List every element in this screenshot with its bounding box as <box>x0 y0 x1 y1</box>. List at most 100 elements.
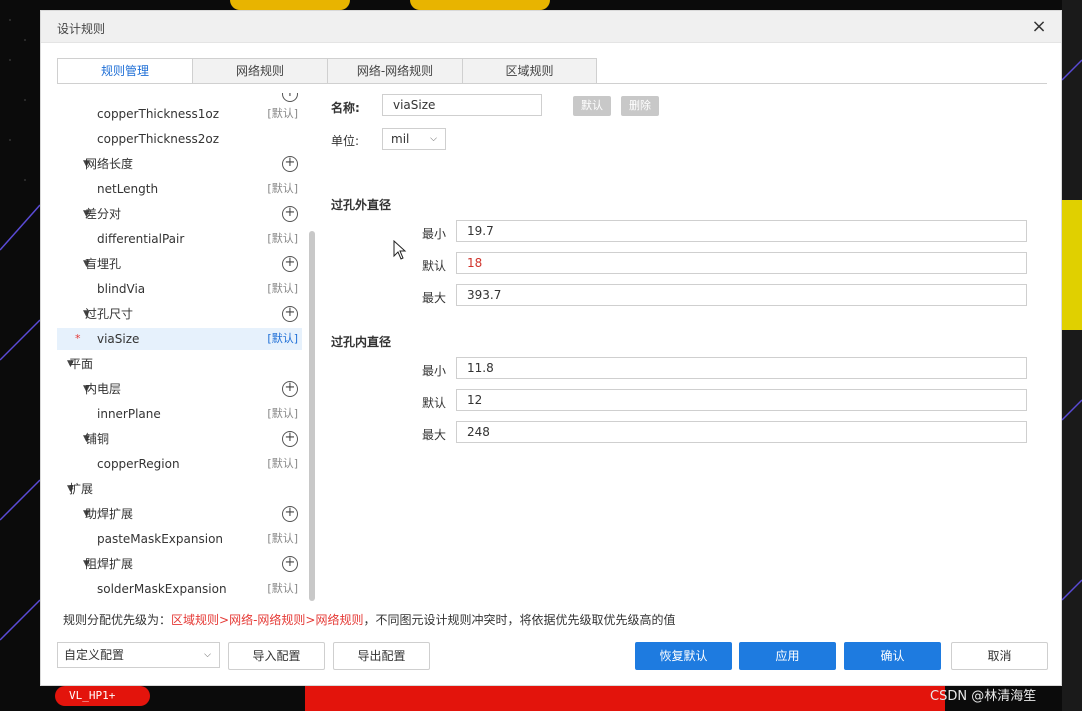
priority-note-prefix: 规则分配优先级为： <box>63 613 172 627</box>
tree-item-rule[interactable]: netLength [默认] <box>57 178 302 200</box>
delete-button[interactable]: 删除 <box>621 96 659 116</box>
tree-item-label: 网络长度 <box>85 157 134 171</box>
tree-item-group[interactable]: ▼ 铺铜 + <box>57 428 302 450</box>
modified-marker: * <box>75 332 81 345</box>
tab-net-net-rules[interactable]: 网络-网络规则 <box>327 58 462 84</box>
apply-button[interactable]: 应用 <box>739 642 836 670</box>
tree-item-rule[interactable]: copperRegion [默认] <box>57 453 302 475</box>
unit-select[interactable]: mil ⌵ <box>382 128 446 150</box>
tab-rule-management[interactable]: 规则管理 <box>57 58 192 84</box>
export-config-button[interactable]: 导出配置 <box>333 642 430 670</box>
tree-item-group[interactable]: ▼ 盲埋孔 + <box>57 253 302 275</box>
name-input[interactable]: viaSize <box>382 94 542 116</box>
close-icon[interactable]: × <box>1027 15 1051 39</box>
inner-min-label: 最小 <box>422 364 447 378</box>
default-badge: [默认] <box>267 107 298 120</box>
default-badge: [默认] <box>267 182 298 195</box>
tree-item-rule[interactable]: differentialPair [默认] <box>57 228 302 250</box>
pcb-net-label: VL_HP1+ <box>55 686 150 706</box>
tree-item-group[interactable]: ▼ 内电层 + <box>57 378 302 400</box>
tree-item-label: pasteMaskExpansion <box>97 532 224 546</box>
dialog-titlebar: 设计规则 × <box>41 11 1061 43</box>
priority-note: 规则分配优先级为：区域规则>网络-网络规则>网络规则，不同图元设计规则冲突时，将… <box>63 611 675 628</box>
tree-item-group[interactable]: ▼ 差分对 + <box>57 203 302 225</box>
inner-default-input[interactable]: 12 <box>456 389 1027 411</box>
unit-label: 单位: <box>331 134 360 148</box>
default-badge: [默认] <box>267 232 298 245</box>
mouse-pointer-icon <box>393 240 407 260</box>
tree-item-label: 过孔尺寸 <box>85 307 134 321</box>
tree-item-label: 助焊扩展 <box>85 507 134 521</box>
tree-item-label: solderMaskExpansion <box>97 582 227 596</box>
add-rule-icon[interactable]: + <box>282 556 298 572</box>
tree-item-label: innerPlane <box>97 407 161 421</box>
inner-max-label: 最大 <box>422 428 447 442</box>
tree-item-label: netLength <box>97 182 159 196</box>
tree-item-group[interactable]: ▼ 阻焊扩展 + <box>57 553 302 575</box>
outer-min-label: 最小 <box>422 227 447 241</box>
tree-item-rule[interactable]: blindVia [默认] <box>57 278 302 300</box>
restore-default-button[interactable]: 恢复默认 <box>635 642 732 670</box>
outer-min-input[interactable]: 19.7 <box>456 220 1027 242</box>
inner-min-input[interactable]: 11.8 <box>456 357 1027 379</box>
tree-item-label: 盲埋孔 <box>85 257 122 271</box>
add-rule-icon[interactable]: + <box>282 306 298 322</box>
inner-diameter-title: 过孔内直径 <box>331 335 392 349</box>
outer-default-input[interactable]: 18 <box>456 252 1027 274</box>
name-label: 名称: <box>331 101 360 115</box>
dialog-title: 设计规则 <box>57 22 106 36</box>
tree-item-label: copperThickness2oz <box>97 132 220 146</box>
tree-item-rule[interactable]: * viaSize [默认] <box>57 328 302 350</box>
outer-max-input[interactable]: 393.7 <box>456 284 1027 306</box>
tree-item-rule[interactable]: innerPlane [默认] <box>57 403 302 425</box>
rule-tree: + copperThickness1oz [默认] copperThickness2… <box>57 93 317 601</box>
add-rule-icon[interactable]: + <box>282 93 298 102</box>
tab-divider <box>57 83 1047 84</box>
chevron-down-icon: ⌵ <box>430 134 437 144</box>
add-rule-icon[interactable]: + <box>282 156 298 172</box>
tree-item-label: 平面 <box>69 357 94 371</box>
tree-item-label: copperThickness1oz <box>97 107 220 121</box>
outer-diameter-title: 过孔外直径 <box>331 198 392 212</box>
default-badge: [默认] <box>267 282 298 295</box>
tree-item-rule[interactable]: copperThickness2oz <box>57 128 302 150</box>
tab-net-rules[interactable]: 网络规则 <box>192 58 327 84</box>
tree-item-label: 内电层 <box>85 382 122 396</box>
tree-item-rule[interactable]: pasteMaskExpansion [默认] <box>57 528 302 550</box>
unit-select-value: mil <box>391 132 410 146</box>
tree-item-rule[interactable]: copperThickness1oz [默认] <box>57 103 302 125</box>
default-badge: [默认] <box>267 532 298 545</box>
tree-item-label: 阻焊扩展 <box>85 557 134 571</box>
tree-item-label: blindVia <box>97 282 146 296</box>
tree-item-group[interactable]: ▼ 网络长度 + <box>57 153 302 175</box>
config-select-value: 自定义配置 <box>64 648 125 662</box>
tree-item-label: 扩展 <box>69 482 94 496</box>
tree-item-group[interactable]: ▼ 扩展 <box>57 478 302 500</box>
outer-max-label: 最大 <box>422 291 447 305</box>
confirm-button[interactable]: 确认 <box>844 642 941 670</box>
add-rule-icon[interactable]: + <box>282 256 298 272</box>
config-select[interactable]: 自定义配置 ⌵ <box>57 642 220 668</box>
default-badge: [默认] <box>267 457 298 470</box>
tree-item-rule[interactable]: solderMaskExpansion [默认] <box>57 578 302 600</box>
import-config-button[interactable]: 导入配置 <box>228 642 325 670</box>
inner-max-input[interactable]: 248 <box>456 421 1027 443</box>
tree-item-group[interactable]: ▼ 助焊扩展 + <box>57 503 302 525</box>
tree-item-label: viaSize <box>97 332 140 346</box>
outer-default-label: 默认 <box>422 259 447 273</box>
tree-item-label: 铺铜 <box>85 432 110 446</box>
default-button[interactable]: 默认 <box>573 96 611 116</box>
tab-region-rules[interactable]: 区域规则 <box>462 58 597 84</box>
tree-item-group[interactable]: ▼ 过孔尺寸 + <box>57 303 302 325</box>
tab-bar: 规则管理 网络规则 网络-网络规则 区域规则 <box>57 58 597 84</box>
add-rule-icon[interactable]: + <box>282 431 298 447</box>
add-rule-icon[interactable]: + <box>282 506 298 522</box>
add-rule-icon[interactable]: + <box>282 381 298 397</box>
default-badge: [默认] <box>267 407 298 420</box>
tree-item-group[interactable]: ▼ 平面 <box>57 353 302 375</box>
tree-scrollbar[interactable] <box>309 231 315 601</box>
cancel-button[interactable]: 取消 <box>951 642 1048 670</box>
add-rule-icon[interactable]: + <box>282 206 298 222</box>
watermark: CSDN @林清海笙 <box>930 689 1037 704</box>
tree-item-label: 差分对 <box>85 207 122 221</box>
